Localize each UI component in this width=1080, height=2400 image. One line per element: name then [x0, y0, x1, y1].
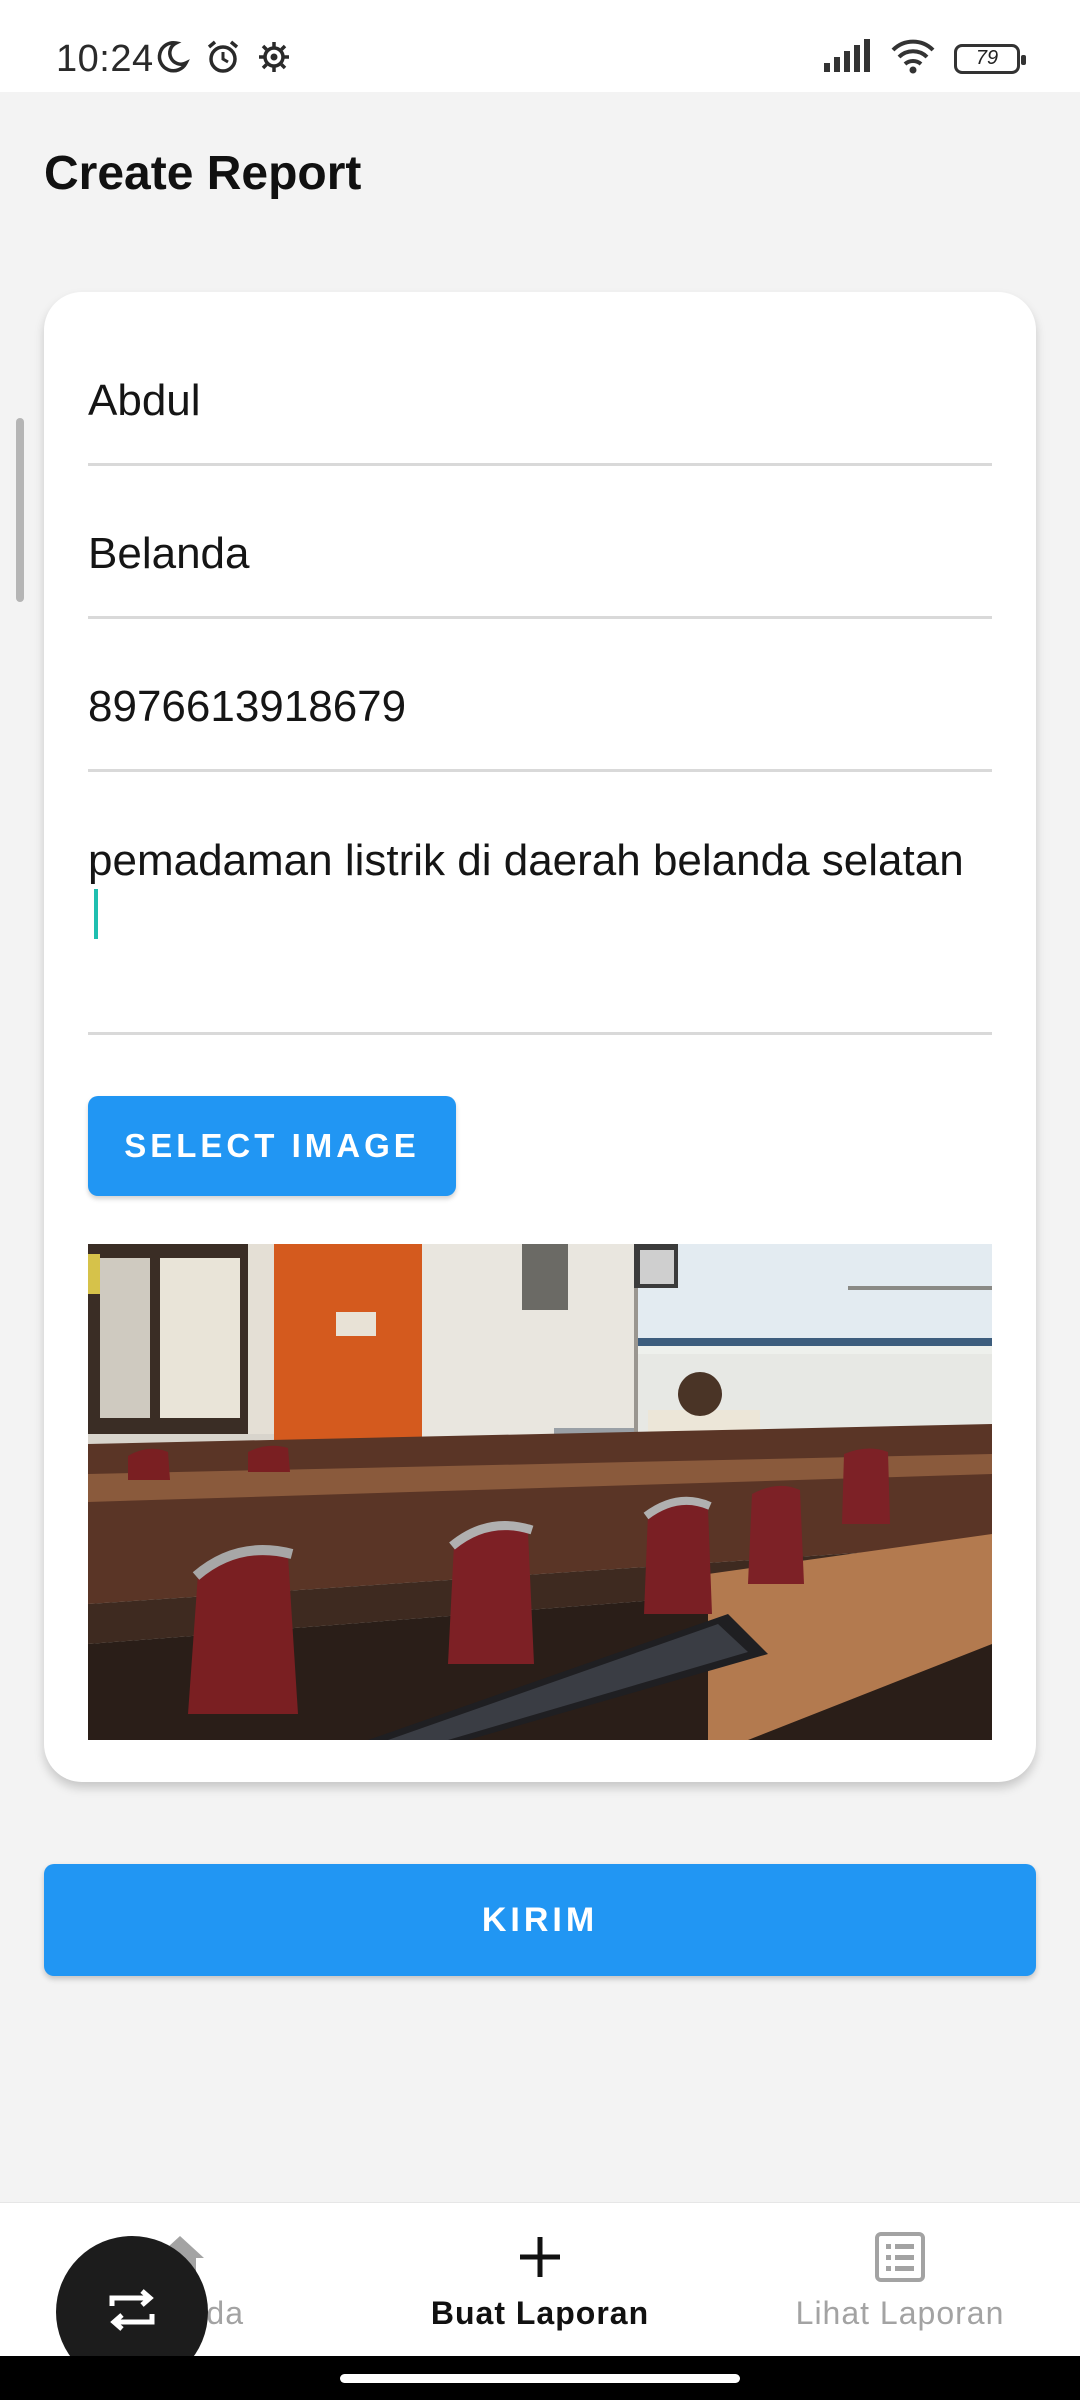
- selected-image-preview: [88, 1244, 992, 1740]
- description-field[interactable]: pemadaman listrik di daerah belanda sela…: [88, 772, 992, 1035]
- city-field-value: Belanda: [88, 529, 250, 578]
- list-icon: [874, 2229, 926, 2285]
- moon-icon: [154, 39, 190, 80]
- city-field[interactable]: Belanda: [88, 466, 992, 619]
- status-icons-right: 79: [822, 38, 1026, 79]
- swap-icon: [104, 2288, 160, 2337]
- status-icons-left: [154, 38, 292, 81]
- report-form-card: Abdul Belanda 8976613918679 pemadaman li…: [44, 292, 1036, 1782]
- status-bar: 10:24 79: [0, 0, 1080, 92]
- alarm-icon: [204, 38, 242, 81]
- settings-gear-icon: [256, 39, 292, 80]
- phone-field[interactable]: 8976613918679: [88, 619, 992, 772]
- name-field-value: Abdul: [88, 376, 201, 425]
- system-navigation-bar: [0, 2356, 1080, 2400]
- submit-button[interactable]: KIRIM: [44, 1864, 1036, 1976]
- add-icon: [517, 2229, 563, 2285]
- description-field-value: pemadaman listrik di daerah belanda sela…: [88, 836, 964, 885]
- nav-item-buat-laporan[interactable]: Buat Laporan: [360, 2203, 720, 2357]
- wifi-icon: [890, 38, 936, 79]
- signal-icon: [822, 39, 872, 78]
- home-indicator[interactable]: [340, 2374, 740, 2383]
- name-field[interactable]: Abdul: [88, 292, 992, 466]
- select-image-button[interactable]: SELECT IMAGE: [88, 1096, 456, 1196]
- battery-icon: 79: [954, 43, 1026, 74]
- text-cursor: [94, 889, 98, 939]
- status-time: 10:24: [56, 38, 154, 80]
- scroll-indicator: [16, 418, 24, 602]
- nav-label-buat-laporan: Buat Laporan: [430, 2295, 650, 2331]
- nav-item-lihat-laporan[interactable]: Lihat Laporan: [720, 2203, 1080, 2357]
- page-title: Create Report: [44, 147, 362, 200]
- phone-field-value: 8976613918679: [88, 682, 407, 731]
- nav-label-lihat-laporan: Lihat Laporan: [795, 2295, 1005, 2331]
- description-field-value-wrap: pemadaman listrik di daerah belanda sela…: [88, 834, 968, 942]
